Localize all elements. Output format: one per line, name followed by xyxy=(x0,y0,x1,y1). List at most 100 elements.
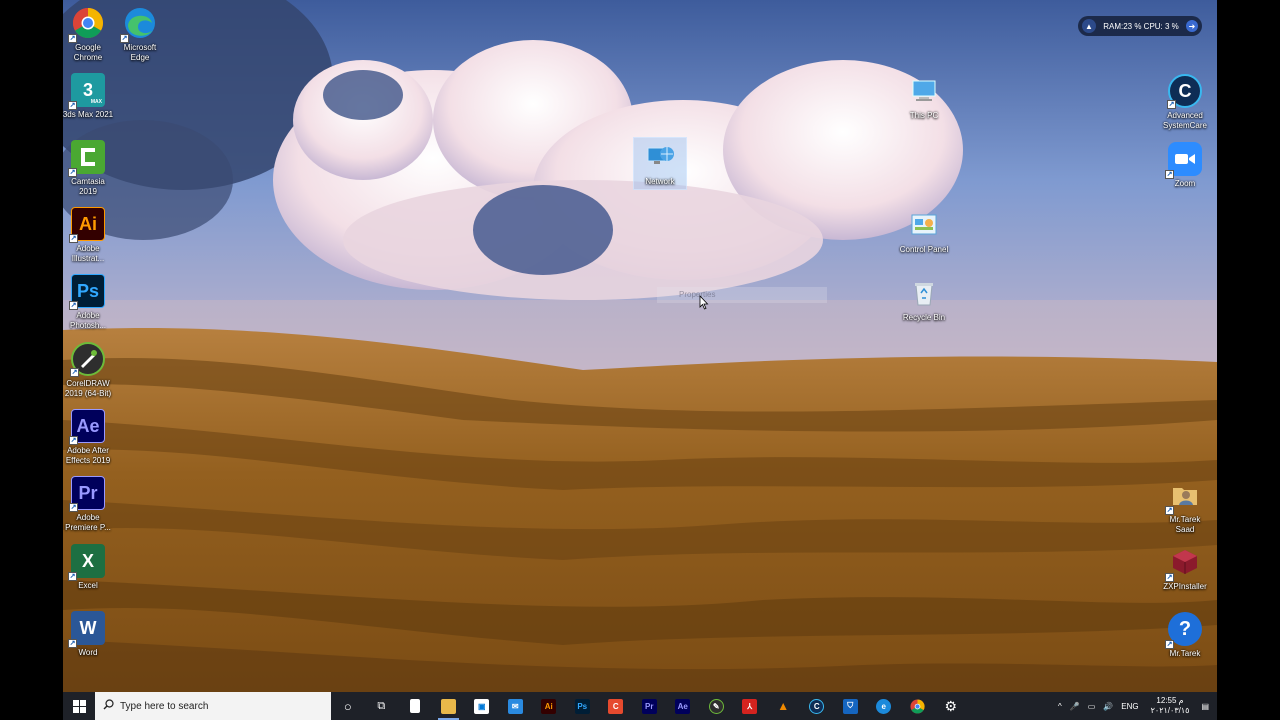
taskbar-coreldraw-button[interactable]: ✎ xyxy=(700,692,734,720)
taskbar-notepad-button[interactable] xyxy=(398,692,432,720)
premiere-icon: Pr ↗ xyxy=(69,476,105,512)
photoshop-icon: Ps xyxy=(574,698,590,714)
chrome-icon: ↗ xyxy=(68,6,105,43)
taskbar-task-view-button[interactable]: ⧉ xyxy=(365,692,399,720)
clock-date: ٢٠٢١/٠٣/١٥ xyxy=(1150,706,1190,715)
system-tray: ^ 🎤 ▭ 🔊 ENG 12:55 م ٢٠٢١/٠٣/١٥ ▤ xyxy=(1054,692,1217,720)
computer-icon xyxy=(907,74,941,108)
chrome-icon xyxy=(910,698,925,714)
desktop-wallpaper xyxy=(63,0,1217,692)
desktop-icon-microsoft-edge[interactable]: ↗ Microsoft Edge xyxy=(111,6,169,63)
taskbar: ○ ⧉ ▣ ✉ Ai Ps C Pr Ae ✎ ⅄ ▲ C ⛉ e ⚙ ^ 🎤 … xyxy=(63,692,1217,720)
desktop-icon-coreldraw[interactable]: ↗ CorelDRAW 2019 (64-Bit) xyxy=(63,342,117,399)
desktop-icon-this-pc[interactable]: This PC xyxy=(895,74,953,121)
desktop-icon-mr-tarek[interactable]: ? ↗ Mr.Tarek xyxy=(1156,612,1214,659)
camtasia-icon: C xyxy=(608,698,624,714)
ram-cpu-monitor-widget[interactable]: ▲ RAM:23 % CPU: 3 % ➜ xyxy=(1078,16,1202,36)
desktop-icon-control-panel[interactable]: Control Panel xyxy=(895,208,953,255)
search-input[interactable] xyxy=(120,700,320,712)
taskbar-vlc-button[interactable]: ▲ xyxy=(767,692,801,720)
desktop-icon-excel[interactable]: X ↗ Excel xyxy=(63,544,117,591)
taskbar-chrome-button[interactable] xyxy=(901,692,935,720)
taskbar-illustrator-button[interactable]: Ai xyxy=(532,692,566,720)
edge-icon: ↗ xyxy=(120,6,157,43)
illustrator-icon: Ai xyxy=(541,698,557,714)
aftereffects-icon: Ae ↗ xyxy=(69,409,105,445)
taskbar-acrobat-button[interactable]: ⅄ xyxy=(733,692,767,720)
taskbar-search-box[interactable] xyxy=(95,692,331,720)
desktop-icon-google-chrome[interactable]: ↗ Google Chrome xyxy=(63,6,117,63)
taskbar-defender-button[interactable]: ⛉ xyxy=(834,692,868,720)
cortana-icon: ○ xyxy=(343,698,352,714)
windows-logo-icon xyxy=(72,699,86,713)
control-panel-icon xyxy=(907,208,941,242)
language-indicator[interactable]: ENG xyxy=(1117,692,1142,720)
desktop-icon-recycle-bin[interactable]: Recycle Bin xyxy=(895,276,953,323)
acrobat-icon: ⅄ xyxy=(742,698,758,714)
chevron-up-icon[interactable]: ^ xyxy=(1054,692,1066,720)
taskbar-clock[interactable]: 12:55 م ٢٠٢١/٠٣/١٥ xyxy=(1143,696,1198,716)
photoshop-icon: Ps ↗ xyxy=(69,274,105,310)
volume-icon[interactable]: 🔊 xyxy=(1099,692,1117,720)
network-status-icon[interactable]: ▭ xyxy=(1084,692,1100,720)
aftereffects-icon: Ae xyxy=(675,698,691,714)
taskbar-photoshop-button[interactable]: Ps xyxy=(566,692,600,720)
taskbar-store-button[interactable]: ▣ xyxy=(465,692,499,720)
desktop-screen: ↗ Google Chrome ↗ Microsoft Edge 3 MAX ↗… xyxy=(63,0,1217,720)
excel-icon: X ↗ xyxy=(68,544,105,581)
taskbar-premiere-button[interactable]: Pr xyxy=(633,692,667,720)
systemcare-icon: C xyxy=(809,698,825,714)
taskbar-edge-button[interactable]: e xyxy=(867,692,901,720)
file-icon xyxy=(409,699,420,713)
recycle-bin-icon xyxy=(907,276,941,310)
illustrator-icon: Ai ↗ xyxy=(69,207,105,243)
taskbar-after-effects-button[interactable]: Ae xyxy=(666,692,700,720)
vlc-icon: ▲ xyxy=(777,699,790,713)
coreldraw-icon: ✎ xyxy=(708,698,724,714)
taskbar-file-explorer-button[interactable] xyxy=(432,692,466,720)
network-icon xyxy=(643,140,677,174)
edge-icon: e xyxy=(876,698,892,714)
desktop-icon-advanced-systemcare[interactable]: C ↗ Advanced SystemCare xyxy=(1156,74,1214,131)
desktop-icon-zxpinstaller[interactable]: ↗ ZXPInstaller xyxy=(1156,545,1214,592)
desktop-icon-camtasia[interactable]: ↗ Camtasia 2019 xyxy=(63,140,117,197)
gear-icon: ⚙ xyxy=(944,697,958,714)
zxp-icon: ↗ xyxy=(1165,545,1202,582)
notifications-icon[interactable]: ▤ xyxy=(1197,692,1217,720)
desktop-icon-mr-tarek-saad[interactable]: ↗ Mr.Tarek Saad xyxy=(1156,478,1214,535)
rocket-icon: ▲ xyxy=(1082,19,1096,33)
folder-icon xyxy=(440,698,456,714)
shield-icon: ⛉ xyxy=(842,698,858,714)
microphone-icon[interactable]: 🎤 xyxy=(1066,692,1084,720)
taskbar-settings-button[interactable]: ⚙ xyxy=(934,692,968,720)
coreldraw-icon: ↗ xyxy=(70,342,105,377)
store-icon: ▣ xyxy=(474,698,490,714)
taskbar-cortana-button[interactable]: ○ xyxy=(331,692,365,720)
premiere-icon: Pr xyxy=(641,698,657,714)
desktop-icon-adobe-illustrator[interactable]: Ai ↗ Adobe Illustrat... xyxy=(63,207,117,264)
zoom-icon: ↗ xyxy=(1165,142,1202,179)
taskbar-mail-button[interactable]: ✉ xyxy=(499,692,533,720)
camtasia-icon: ↗ xyxy=(68,140,105,177)
user-folder-icon: ↗ xyxy=(1165,478,1202,515)
systemcare-icon: C ↗ xyxy=(1167,74,1202,109)
desktop-icon-word[interactable]: W ↗ Word xyxy=(63,611,117,658)
desktop-icon-premiere[interactable]: Pr ↗ Adobe Premiere P... xyxy=(63,476,117,533)
start-button[interactable] xyxy=(63,692,95,720)
mouse-pointer-icon xyxy=(699,294,709,315)
arrow-right-icon[interactable]: ➜ xyxy=(1186,20,1198,32)
taskbar-systemcare-button[interactable]: C xyxy=(800,692,834,720)
taskview-icon: ⧉ xyxy=(377,699,386,712)
desktop-icon-3ds-max[interactable]: 3 MAX ↗ 3ds Max 2021 xyxy=(63,73,117,120)
desktop-icon-adobe-photoshop[interactable]: Ps ↗ Adobe Photosh... xyxy=(63,274,117,331)
search-icon xyxy=(103,697,114,715)
desktop-icon-zoom[interactable]: ↗ Zoom xyxy=(1156,142,1214,189)
taskbar-camtasia-button[interactable]: C xyxy=(599,692,633,720)
help-icon: ? ↗ xyxy=(1165,612,1202,649)
3dsmax-icon: 3 MAX ↗ xyxy=(68,73,105,110)
desktop-icon-network[interactable]: Network xyxy=(633,137,687,190)
mail-icon: ✉ xyxy=(507,698,523,714)
clock-time: 12:55 م xyxy=(1156,696,1184,705)
desktop-icon-after-effects[interactable]: Ae ↗ Adobe After Effects 2019 xyxy=(63,409,117,466)
word-icon: W ↗ xyxy=(68,611,105,648)
